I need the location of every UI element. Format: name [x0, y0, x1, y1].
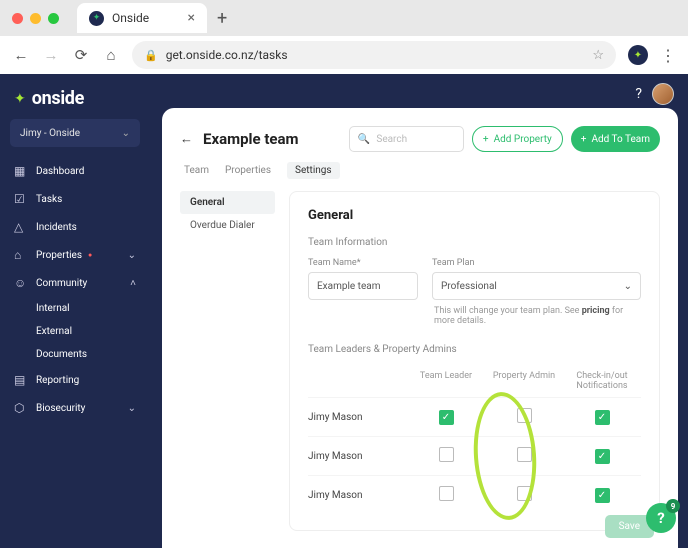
browser-menu-icon[interactable]: ⋮: [660, 46, 676, 65]
back-button[interactable]: ←: [12, 46, 30, 64]
incidents-icon: △: [14, 220, 27, 234]
settings-subnav: General Overdue Dialer: [180, 191, 275, 531]
reporting-icon: ▤: [14, 373, 27, 387]
checkbox-team-leader[interactable]: ✓: [439, 410, 454, 425]
checkbox-notifications[interactable]: ✓: [595, 410, 610, 425]
checkbox-team-leader[interactable]: [439, 447, 454, 462]
user-avatar[interactable]: [652, 83, 674, 105]
panel-heading: General: [308, 208, 641, 223]
nav-sub-documents[interactable]: Documents: [0, 343, 150, 366]
plus-icon: +: [483, 134, 489, 145]
content-tabs: Team Properties Settings: [180, 162, 660, 179]
nav-tasks[interactable]: ☑Tasks: [0, 185, 150, 213]
tab-properties[interactable]: Properties: [225, 162, 271, 179]
org-name: Jimy - Onside: [20, 128, 80, 139]
address-bar[interactable]: 🔒 get.onside.co.nz/tasks ☆: [132, 41, 616, 69]
url-text: get.onside.co.nz/tasks: [166, 48, 288, 62]
reload-button[interactable]: ⟳: [72, 46, 90, 64]
lock-icon: 🔒: [144, 49, 158, 62]
checkbox-notifications[interactable]: ✓: [595, 449, 610, 464]
community-icon: ☺: [14, 276, 27, 290]
settings-panel: General Team Information Team Name* Team…: [289, 191, 660, 531]
col-notifications: Check-in/out Notifications: [563, 371, 641, 391]
team-name-label: Team Name*: [308, 258, 418, 268]
member-name: Jimy Mason: [308, 451, 407, 462]
checkbox-property-admin[interactable]: [517, 408, 532, 423]
close-window-icon[interactable]: [12, 13, 23, 24]
new-tab-button[interactable]: +: [217, 8, 227, 29]
col-property-admin: Property Admin: [485, 371, 563, 391]
floating-help-button[interactable]: ?9: [646, 503, 676, 533]
help-icon[interactable]: ?: [635, 86, 642, 102]
browser-tab[interactable]: Onside ×: [77, 3, 207, 33]
table-header: Team Leader Property Admin Check-in/out …: [308, 365, 641, 397]
chevron-up-icon: ˄: [130, 278, 136, 289]
member-name: Jimy Mason: [308, 490, 407, 501]
nav-sub-internal[interactable]: Internal: [0, 297, 150, 320]
table-row: Jimy Mason ✓ ✓: [308, 397, 641, 436]
dashboard-icon: ▦: [14, 164, 27, 178]
org-selector[interactable]: Jimy - Onside ⌄: [10, 119, 140, 147]
subnav-general[interactable]: General: [180, 191, 275, 214]
forward-button[interactable]: →: [42, 46, 60, 64]
nav-community[interactable]: ☺Community˄: [0, 269, 150, 297]
team-plan-select[interactable]: Professional ⌄: [432, 272, 641, 300]
bookmark-star-icon[interactable]: ☆: [592, 48, 604, 63]
logo[interactable]: ✦ onside: [0, 74, 150, 119]
logo-text: onside: [32, 88, 84, 109]
team-name-input[interactable]: [308, 272, 418, 300]
back-arrow-icon[interactable]: ←: [180, 131, 193, 147]
properties-icon: ⌂: [14, 248, 27, 262]
nav-dashboard[interactable]: ▦Dashboard: [0, 157, 150, 185]
minimize-window-icon[interactable]: [30, 13, 41, 24]
checkbox-notifications[interactable]: ✓: [595, 488, 610, 503]
team-plan-label: Team Plan: [432, 258, 641, 268]
team-plan-value: Professional: [441, 281, 497, 292]
table-row: Jimy Mason ✓: [308, 436, 641, 475]
close-tab-icon[interactable]: ×: [188, 10, 195, 26]
tasks-icon: ☑: [14, 192, 27, 206]
section-leaders: Team Leaders & Property Admins: [308, 344, 641, 355]
notification-dot-icon: ●: [88, 251, 92, 259]
main-content: ← Example team 🔍 Search +Add Property +A…: [162, 108, 678, 548]
window-controls[interactable]: [12, 13, 59, 24]
logo-icon: ✦: [14, 91, 26, 107]
add-to-team-button[interactable]: +Add To Team: [571, 126, 660, 152]
search-placeholder: Search: [376, 134, 407, 145]
page-title: Example team: [203, 130, 299, 148]
tab-title: Onside: [112, 11, 149, 25]
nav-reporting[interactable]: ▤Reporting: [0, 366, 150, 394]
sidebar: ✦ onside Jimy - Onside ⌄ ▦Dashboard ☑Tas…: [0, 74, 150, 548]
checkbox-property-admin[interactable]: [517, 486, 532, 501]
checkbox-team-leader[interactable]: [439, 486, 454, 501]
checkbox-property-admin[interactable]: [517, 447, 532, 462]
home-button[interactable]: ⌂: [102, 46, 120, 64]
nav-properties[interactable]: ⌂Properties●⌄: [0, 241, 150, 269]
search-input[interactable]: 🔍 Search: [349, 126, 464, 152]
chevron-down-icon: ⌄: [128, 250, 136, 261]
section-team-info: Team Information: [308, 237, 641, 248]
nav-sub-external[interactable]: External: [0, 320, 150, 343]
search-icon: 🔍: [358, 134, 370, 145]
chevron-down-icon: ⌄: [624, 281, 632, 292]
biosecurity-icon: ⬡: [14, 401, 27, 415]
add-property-button[interactable]: +Add Property: [472, 126, 563, 152]
maximize-window-icon[interactable]: [48, 13, 59, 24]
member-name: Jimy Mason: [308, 412, 407, 423]
tab-team[interactable]: Team: [184, 162, 209, 179]
plan-hint: This will change your team plan. See pri…: [308, 306, 641, 326]
nav-biosecurity[interactable]: ⬡Biosecurity⌄: [0, 394, 150, 422]
col-team-leader: Team Leader: [407, 371, 485, 391]
favicon-icon: [89, 11, 104, 26]
tab-settings[interactable]: Settings: [287, 162, 340, 179]
nav-incidents[interactable]: △Incidents: [0, 213, 150, 241]
plus-icon: +: [581, 134, 587, 145]
table-row: Jimy Mason ✓: [308, 475, 641, 514]
chevron-down-icon: ⌄: [122, 128, 130, 139]
subnav-overdue-dialer[interactable]: Overdue Dialer: [180, 214, 275, 237]
extension-icon[interactable]: [628, 45, 648, 65]
help-badge: 9: [666, 499, 680, 513]
chevron-down-icon: ⌄: [128, 403, 136, 414]
